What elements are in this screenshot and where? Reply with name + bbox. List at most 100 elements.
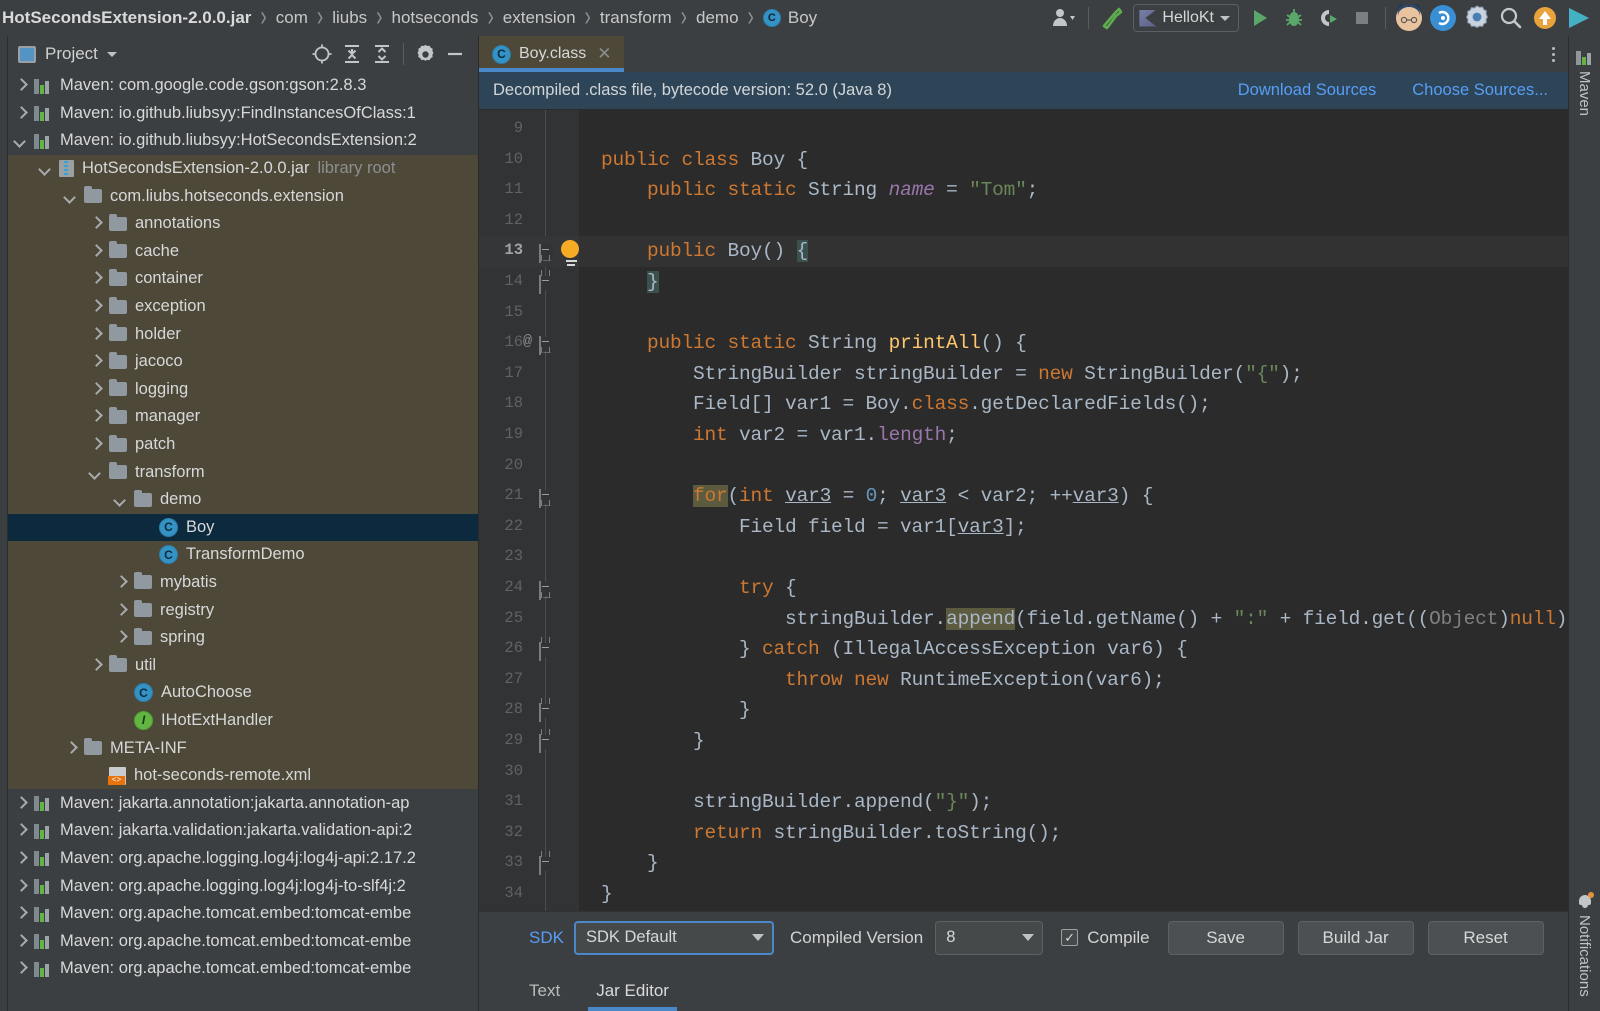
tree-node[interactable]: Maven: org.apache.tomcat.embed:tomcat-em… [8, 955, 478, 983]
chevron-right-icon[interactable] [14, 797, 27, 810]
chevron-right-icon[interactable] [89, 355, 102, 368]
tree-node[interactable]: cache [8, 238, 478, 266]
tree-node[interactable]: Maven: org.apache.logging.log4j:log4j-ap… [8, 845, 478, 873]
cloud-sync-icon[interactable] [1426, 1, 1460, 35]
chevron-right-icon[interactable] [89, 383, 102, 396]
chevron-right-icon[interactable] [14, 79, 27, 92]
editor-options-icon[interactable] [1538, 36, 1568, 72]
breadcrumb-item-boy[interactable]: CBoy [761, 8, 819, 28]
compiled-version-select[interactable]: 8 [935, 921, 1043, 955]
chevron-down-icon[interactable] [64, 190, 77, 203]
tree-node[interactable]: Maven: org.apache.tomcat.embed:tomcat-em… [8, 900, 478, 928]
maven-tool-button[interactable]: Maven [1576, 44, 1593, 122]
collapse-all-icon[interactable] [367, 39, 397, 69]
tree-node[interactable]: logging [8, 376, 478, 404]
code-fold-marker[interactable] [539, 704, 553, 718]
chevron-right-icon[interactable] [14, 935, 27, 948]
tree-node[interactable]: manager [8, 403, 478, 431]
run-icon[interactable] [1243, 1, 1277, 35]
debug-icon[interactable] [1277, 1, 1311, 35]
chevron-down-icon[interactable] [89, 466, 102, 479]
tree-node[interactable]: spring [8, 624, 478, 652]
code-fold-marker[interactable] [539, 245, 553, 259]
chevron-right-icon[interactable] [64, 742, 77, 755]
tree-node[interactable]: transform [8, 458, 478, 486]
tree-node[interactable]: Maven: org.apache.tomcat.embed:tomcat-em… [8, 927, 478, 955]
breadcrumb-item-hotsecondsextension-2-0-0-jar[interactable]: HotSecondsExtension-2.0.0.jar [0, 8, 253, 28]
code-fold-marker[interactable] [539, 276, 553, 290]
chevron-right-icon[interactable] [114, 631, 127, 644]
tree-node[interactable]: META-INF [8, 734, 478, 762]
plugin-icon[interactable] [1562, 1, 1596, 35]
breadcrumb-item-transform[interactable]: transform [598, 8, 674, 28]
tree-node[interactable]: mybatis [8, 569, 478, 597]
chevron-right-icon[interactable] [14, 824, 27, 837]
chevron-right-icon[interactable] [89, 328, 102, 341]
code-fold-marker[interactable] [539, 582, 553, 596]
tree-node[interactable]: Maven: org.apache.logging.log4j:log4j-to… [8, 872, 478, 900]
expand-all-icon[interactable] [337, 39, 367, 69]
tree-node[interactable]: container [8, 265, 478, 293]
chevron-down-icon[interactable] [114, 493, 127, 506]
tree-node[interactable]: Maven: io.github.liubsyy:FindInstancesOf… [8, 100, 478, 128]
code-editor[interactable]: 9101112131415161718192021222324252627282… [479, 110, 1568, 911]
scroll-from-source-icon[interactable] [307, 39, 337, 69]
editor-gutter[interactable]: 9101112131415161718192021222324252627282… [479, 110, 579, 911]
project-tree[interactable]: Maven: com.google.code.gson:gson:2.8.3Ma… [8, 72, 478, 1011]
project-view-selector[interactable]: Project [18, 44, 117, 64]
tree-node[interactable]: annotations [8, 210, 478, 238]
chevron-right-icon[interactable] [89, 245, 102, 258]
breadcrumb-item-demo[interactable]: demo [694, 8, 741, 28]
chevron-right-icon[interactable] [89, 272, 102, 285]
user-settings-icon[interactable] [1048, 1, 1082, 35]
sdk-select[interactable]: SDK Default [574, 921, 774, 955]
tree-node[interactable]: Maven: com.google.code.gson:gson:2.8.3 [8, 72, 478, 100]
tree-node[interactable]: CAutoChoose [8, 679, 478, 707]
chevron-down-icon[interactable] [39, 162, 52, 175]
chevron-right-icon[interactable] [14, 107, 27, 120]
reset-button[interactable]: Reset [1428, 921, 1544, 955]
tree-node[interactable]: demo [8, 486, 478, 514]
breadcrumb-item-extension[interactable]: extension [501, 8, 578, 28]
chevron-right-icon[interactable] [114, 604, 127, 617]
chevron-right-icon[interactable] [89, 300, 102, 313]
save-button[interactable]: Save [1168, 921, 1284, 955]
code-text[interactable]: public class Boy { public static String … [579, 110, 1568, 911]
build-hammer-icon[interactable] [1095, 1, 1129, 35]
download-sources-link[interactable]: Download Sources [1238, 81, 1377, 100]
chevron-right-icon[interactable] [14, 880, 27, 893]
tree-node[interactable]: jacoco [8, 348, 478, 376]
editor-tab-boy-class[interactable]: C Boy.class ✕ [479, 36, 624, 72]
settings-gear-icon[interactable] [1460, 1, 1494, 35]
chevron-right-icon[interactable] [89, 217, 102, 230]
chevron-right-icon[interactable] [14, 962, 27, 975]
code-fold-marker[interactable] [539, 337, 553, 351]
tree-node[interactable]: exception [8, 293, 478, 321]
tree-node[interactable]: Maven: io.github.liubsyy:HotSecondsExten… [8, 127, 478, 155]
tree-node[interactable]: CBoy [8, 514, 478, 542]
tree-node[interactable]: registry [8, 596, 478, 624]
code-fold-marker[interactable] [539, 857, 553, 871]
tree-node[interactable]: com.liubs.hotseconds.extension [8, 182, 478, 210]
chevron-right-icon[interactable] [14, 852, 27, 865]
panel-settings-icon[interactable] [410, 39, 440, 69]
tree-node[interactable]: Maven: jakarta.annotation:jakarta.annota… [8, 789, 478, 817]
chevron-down-icon[interactable] [14, 134, 27, 147]
code-fold-marker[interactable] [539, 735, 553, 749]
tab-text[interactable]: Text [515, 981, 574, 1011]
chevron-right-icon[interactable] [114, 576, 127, 589]
breadcrumb-item-liubs[interactable]: liubs [330, 8, 369, 28]
tree-node[interactable]: Maven: jakarta.validation:jakarta.valida… [8, 817, 478, 845]
chevron-right-icon[interactable] [14, 907, 27, 920]
tree-node[interactable]: util [8, 651, 478, 679]
run-with-coverage-icon[interactable] [1311, 1, 1345, 35]
tree-node[interactable]: CTransformDemo [8, 541, 478, 569]
tab-jar-editor[interactable]: Jar Editor [582, 981, 683, 1011]
chevron-right-icon[interactable] [89, 410, 102, 423]
update-arrow-icon[interactable] [1528, 1, 1562, 35]
close-icon[interactable]: ✕ [597, 44, 611, 64]
tree-node[interactable]: HotSecondsExtension-2.0.0.jarlibrary roo… [8, 155, 478, 183]
compile-checkbox-group[interactable]: ✓ Compile [1061, 928, 1149, 948]
search-everywhere-icon[interactable] [1494, 1, 1528, 35]
run-configuration-selector[interactable]: HelloKt [1133, 4, 1239, 32]
